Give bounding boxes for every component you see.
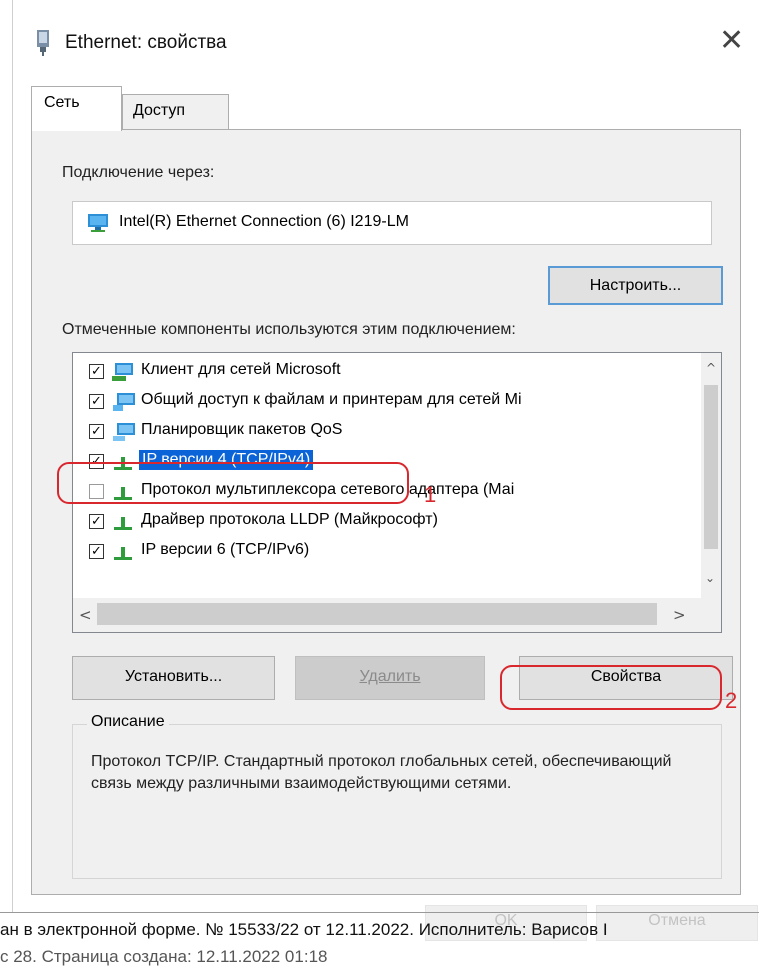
scroll-down-icon[interactable]: ⌄ [705,571,715,585]
description-group: Описание Протокол TCP/IP. Стандартный пр… [72,713,722,879]
horizontal-scroll-thumb[interactable] [97,603,657,625]
description-legend: Описание [87,713,169,731]
scroll-up-icon[interactable]: ^ [706,361,716,375]
connect-using-label: Подключение через: [62,164,215,181]
component-label: Планировщик пакетов QoS [141,421,343,438]
component-label: Клиент для сетей Microsoft [141,361,341,378]
component-label: IP версии 6 (TCP/IPv6) [141,541,310,558]
horizontal-scrollbar[interactable]: < > [73,598,721,632]
protocol-icon [114,547,132,560]
network-icon [88,214,108,232]
scroll-left-icon[interactable]: < [79,606,92,624]
network-adapter-icon [37,30,49,56]
annotation-ring-1 [57,462,409,504]
adapter-box: Intel(R) Ethernet Connection (6) I219-LM [72,201,712,245]
checkbox[interactable]: ✓ [89,544,104,559]
protocol-icon [114,517,132,530]
client-icon [112,363,133,381]
components-label: Отмеченные компоненты используются этим … [62,321,516,338]
tab-network[interactable]: Сеть [31,86,122,131]
component-label: Драйвер протокола LLDP (Майкрософт) [141,511,438,528]
remove-button-label: Удалить [359,668,421,685]
title-bar[interactable]: Ethernet: свойства ✕ [13,0,759,70]
list-item[interactable]: ✓ Клиент для сетей Microsoft [73,359,693,389]
checkbox[interactable]: ✓ [89,424,104,439]
window-title: Ethernet: свойства [65,32,227,53]
checkbox[interactable]: ✓ [89,514,104,529]
description-text: Протокол TCP/IP. Стандартный протокол гл… [91,753,672,792]
list-item[interactable]: ✓ Драйвер протокола LLDP (Майкрософт) [73,509,693,539]
scroll-right-icon[interactable]: > [673,606,686,624]
install-button[interactable]: Установить... [72,656,275,700]
configure-button-label: Настроить... [589,277,682,294]
list-item[interactable]: ✓ Планировщик пакетов QoS [73,419,693,449]
annotation-number-1: 1 [424,482,437,507]
adapter-name: Intel(R) Ethernet Connection (6) I219-LM [119,213,409,230]
vertical-scrollbar[interactable]: ^ ⌄ [701,353,721,598]
share-icon [113,393,135,411]
annotation-number-2: 2 [725,688,738,713]
annotation-ring-2 [500,665,722,710]
footer-divider [0,912,759,913]
network-tab-panel: Подключение через: Intel(R) Ethernet Con… [31,129,741,895]
list-item[interactable]: ✓ Общий доступ к файлам и принтерам для … [73,389,693,419]
close-icon[interactable]: ✕ [719,26,744,56]
checkbox[interactable]: ✓ [89,394,104,409]
configure-button[interactable]: Настроить... [548,266,723,305]
tab-sharing[interactable]: Доступ [122,94,229,130]
remove-button[interactable]: Удалить [295,656,485,700]
checkbox[interactable]: ✓ [89,364,104,379]
list-item[interactable]: ✓ IP версии 6 (TCP/IPv6) [73,539,693,569]
component-label: Общий доступ к файлам и принтерам для се… [141,391,522,408]
scheduler-icon [113,423,135,441]
properties-window: Ethernet: свойства ✕ Сеть Доступ Подключ… [12,0,759,912]
install-button-label: Установить... [124,668,223,685]
footer-text: ан в электронной форме. № 15533/22 от 12… [0,920,608,939]
vertical-scroll-thumb[interactable] [704,385,718,549]
footer-text-2: с 28. Страница создана: 12.11.2022 01:18 [0,947,328,966]
